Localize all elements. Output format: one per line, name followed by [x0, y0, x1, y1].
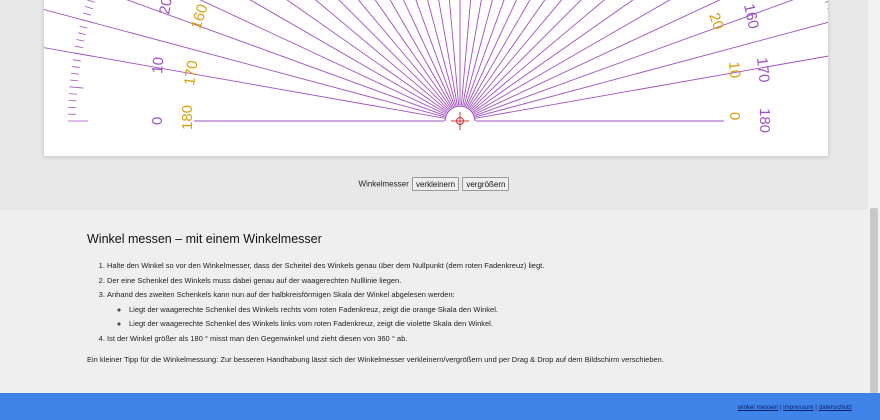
protractor-ray [469, 0, 563, 110]
scale-label-right-outer-160: 160 [740, 2, 762, 30]
protractor-tick [87, 0, 95, 3]
substep-item: Liegt der waagerechte Schenkel des Winke… [129, 317, 827, 332]
protractor-tick [81, 19, 95, 24]
protractor-ray [475, 55, 828, 119]
protractor-tick [72, 59, 81, 62]
protractor-ray [472, 0, 634, 113]
section-heading: Winkel messen – mit einem Winkelmesser [87, 232, 322, 246]
footer-link-impressum[interactable]: impressum [783, 404, 813, 411]
protractor-ray [474, 0, 794, 116]
scale-label-left-inner-160: 160 [188, 2, 212, 31]
protractor-tick [71, 66, 80, 68]
protractor-tick [85, 6, 93, 10]
protractor-card[interactable]: 20 10 0 160 170 180 20 10 0 160 170 180 [43, 0, 829, 157]
scale-label-right-inner-20: 20 [705, 11, 727, 32]
scale-label-right-outer-170: 170 [753, 57, 773, 84]
tip-text: Ein kleiner Tipp für die Winkelmessung: … [87, 355, 664, 364]
step-item: Der eine Schenkel des Winkels muss dabei… [107, 274, 827, 289]
steps-list: Halte den Winkel so vor den Winkelmesser… [87, 259, 827, 347]
protractor-tick [73, 52, 94, 57]
step-item: Ist der Winkel größer als 180 ° misst ma… [107, 332, 827, 347]
protractor-tick [83, 12, 91, 16]
scale-label-left-outer-20: 20 [156, 0, 176, 16]
scale-label-right-inner-0: 0 [726, 112, 743, 120]
protractor-ray [389, 0, 453, 108]
protractor-ray [467, 0, 531, 108]
footer-separator: | [779, 404, 782, 411]
protractor-tick [77, 32, 86, 36]
protractor-ray [199, 0, 446, 115]
protractor-ray [249, 0, 447, 114]
protractor-ray [286, 0, 448, 113]
protractor-tick [75, 45, 84, 49]
footer-link-winkel-messen[interactable]: winkel messen [738, 404, 779, 411]
scale-controls: Winkelmesser verkleinern vergrößern [0, 177, 868, 191]
shrink-button[interactable]: verkleinern [411, 177, 460, 191]
scale-label-right-outer-180: 180 [756, 108, 773, 133]
substep-item: Liegt der waagerechte Schenkel des Winke… [129, 303, 827, 318]
footer: winkel messen | impressum | datenschutz [0, 393, 880, 420]
protractor-ray [338, 0, 450, 111]
protractor-tick [826, 55, 828, 57]
scale-label-left-inner-170: 170 [181, 59, 201, 86]
protractor-tick [69, 86, 84, 89]
footer-link-datenschutz[interactable]: datenschutz [819, 404, 852, 411]
scale-label-left-outer-10: 10 [149, 56, 167, 74]
protractor-tick [70, 79, 79, 82]
protractor-tick [825, 1, 828, 3]
protractor-ray [470, 0, 582, 111]
protractor-ray [475, 21, 828, 118]
scale-label-left-inner-180: 180 [179, 105, 196, 130]
protractor[interactable]: 20 10 0 160 170 180 20 10 0 160 170 180 [44, 0, 828, 156]
protractor-ray [403, 0, 454, 107]
protractor-tick [76, 39, 85, 42]
protractor-ray [438, 0, 458, 106]
scale-label-left-outer-0: 0 [149, 117, 166, 125]
enlarge-button[interactable]: vergrößern [462, 177, 510, 191]
protractor-ray [374, 0, 452, 109]
protractor-label: Winkelmesser [358, 179, 409, 189]
footer-separator: | [815, 404, 817, 411]
step-text: Anhand des zweiten Schenkels kann nun au… [107, 290, 455, 300]
protractor-ray [473, 0, 671, 114]
protractor-tick [68, 93, 77, 95]
protractor-tick [70, 72, 79, 75]
protractor-ray [357, 0, 451, 110]
scale-label-right-inner-10: 10 [725, 61, 743, 79]
footer-links: winkel messen | impressum | datenschutz [738, 404, 852, 411]
protractor-ray [462, 0, 482, 106]
crosshair-icon [451, 112, 469, 130]
step-item: Anhand des zweiten Schenkels kann nun au… [107, 288, 827, 332]
protractor-ray [474, 0, 721, 115]
step-item: Halte den Winkel so vor den Winkelmesser… [107, 259, 827, 274]
scrollbar-thumb[interactable] [870, 208, 878, 393]
protractor-tick [79, 25, 88, 29]
protractor-tick [827, 8, 828, 10]
substeps-list: Liegt der waagerechte Schenkel des Winke… [107, 303, 827, 332]
instructions-section: Winkel messen – mit einem Winkelmesser H… [0, 210, 868, 393]
